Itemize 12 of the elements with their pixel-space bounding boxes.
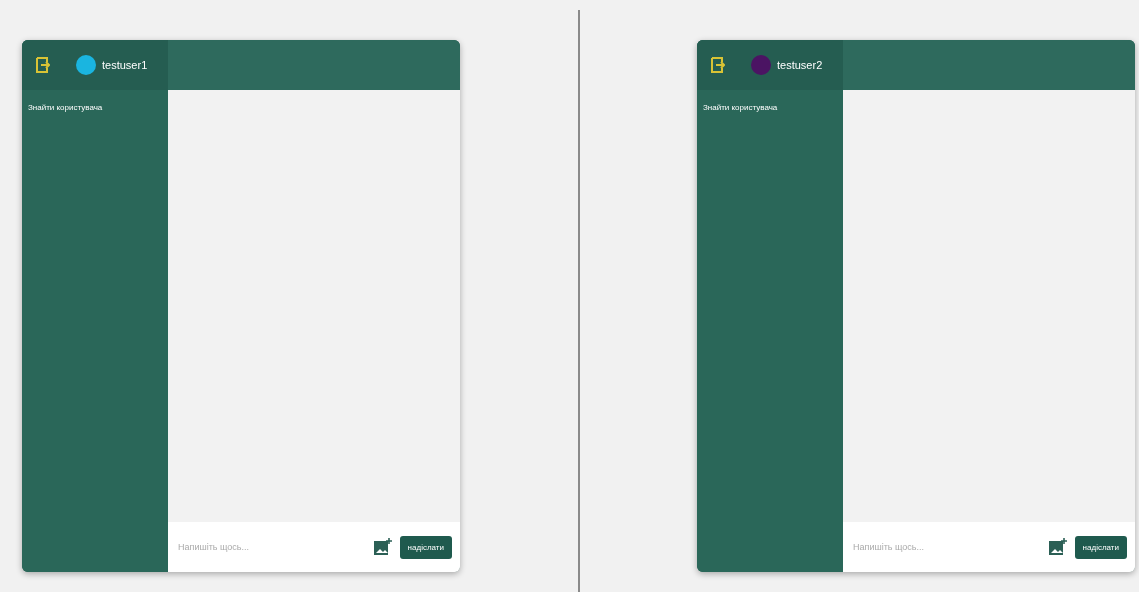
username: testuser2 xyxy=(777,59,823,71)
add-image-icon[interactable] xyxy=(373,538,392,556)
add-image-icon[interactable] xyxy=(1048,538,1067,556)
search-field[interactable]: Знайти користувача xyxy=(701,103,839,112)
logout-icon[interactable] xyxy=(711,57,725,73)
username: testuser1 xyxy=(102,59,148,71)
message-field[interactable]: Напишіть щось... xyxy=(176,541,366,553)
send-button[interactable]: надіслати xyxy=(1074,535,1127,559)
message-field[interactable]: Напишіть щось... xyxy=(851,541,1041,553)
search-field[interactable]: Знайти користувача xyxy=(26,103,164,112)
send-button[interactable]: надіслати xyxy=(399,535,452,559)
logout-icon[interactable] xyxy=(36,57,50,73)
